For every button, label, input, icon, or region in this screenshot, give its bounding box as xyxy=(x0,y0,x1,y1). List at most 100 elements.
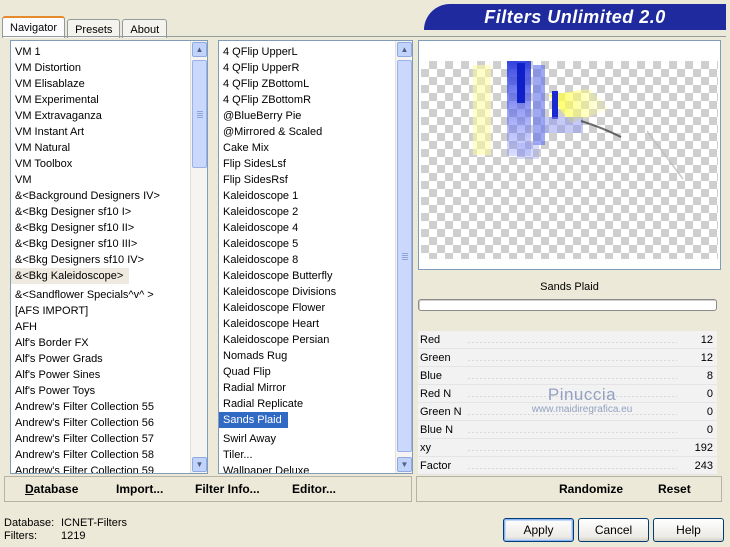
tab-navigator[interactable]: Navigator xyxy=(2,16,66,38)
scroll-up-icon[interactable]: ▲ xyxy=(397,42,412,57)
filter-item[interactable]: Swirl Away xyxy=(219,431,394,447)
filter-item[interactable]: Kaleidoscope 2 xyxy=(219,204,394,220)
filter-list[interactable]: 4 QFlip UpperL 4 QFlip UpperR 4 QFlip ZBot… xyxy=(219,41,394,473)
filter-item[interactable]: Kaleidoscope 4 xyxy=(219,220,394,236)
filter-item[interactable]: Kaleidoscope Flower xyxy=(219,300,394,316)
param-track[interactable] xyxy=(468,432,677,433)
param-track[interactable] xyxy=(468,414,677,415)
filter-item[interactable]: Radial Mirror xyxy=(219,380,394,396)
filter-item[interactable]: Sands Plaid xyxy=(219,412,288,428)
progress-bar xyxy=(418,299,717,311)
filter-item[interactable]: 4 QFlip UpperL xyxy=(219,44,394,60)
filter-item[interactable]: Kaleidoscope Butterfly xyxy=(219,268,394,284)
filter-item[interactable]: Tiler... xyxy=(219,447,394,463)
filter-item[interactable]: Kaleidoscope 8 xyxy=(219,252,394,268)
filter-scroll-thumb[interactable] xyxy=(397,60,412,452)
param-track[interactable] xyxy=(468,342,677,343)
category-item[interactable]: &<Background Designers IV> xyxy=(11,188,189,204)
category-item[interactable]: [AFS IMPORT] xyxy=(11,303,189,319)
category-item[interactable]: &<Bkg Kaleidoscope> xyxy=(11,268,130,284)
filter-item[interactable]: Kaleidoscope 5 xyxy=(219,236,394,252)
cancel-button[interactable]: Cancel xyxy=(578,518,649,542)
filter-item[interactable]: @Mirrored & Scaled xyxy=(219,124,394,140)
filter-item[interactable]: @BlueBerry Pie xyxy=(219,108,394,124)
category-item[interactable]: VM Extravaganza xyxy=(11,108,189,124)
param-track[interactable] xyxy=(468,450,677,451)
category-item[interactable]: &<Bkg Designer sf10 I> xyxy=(11,204,189,220)
param-value: 8 xyxy=(706,370,713,382)
scroll-up-icon[interactable]: ▲ xyxy=(192,42,207,57)
category-item[interactable]: &<Bkg Designer sf10 III> xyxy=(11,236,189,252)
reset-button[interactable]: Reset xyxy=(658,481,691,497)
param-track[interactable] xyxy=(468,378,677,379)
param-label: Blue xyxy=(420,370,443,382)
filter-item[interactable]: 4 QFlip ZBottomR xyxy=(219,92,394,108)
filter-item[interactable]: Kaleidoscope Divisions xyxy=(219,284,394,300)
param-slider[interactable]: Red 12 xyxy=(418,331,717,349)
category-item[interactable]: VM Natural xyxy=(11,140,189,156)
category-item[interactable]: Andrew's Filter Collection 59 xyxy=(11,463,189,473)
filter-item[interactable]: Cake Mix xyxy=(219,140,394,156)
database-value: ICNET-Filters xyxy=(61,517,127,529)
filter-item[interactable]: Radial Replicate xyxy=(219,396,394,412)
filter-item[interactable]: Kaleidoscope 1 xyxy=(219,188,394,204)
param-slider[interactable]: Green 12 xyxy=(418,349,717,367)
filter-item[interactable]: 4 QFlip UpperR xyxy=(219,60,394,76)
category-item[interactable]: &<Sandflower Specials^v^ > xyxy=(11,287,189,303)
category-item[interactable]: Andrew's Filter Collection 58 xyxy=(11,447,189,463)
filter-item[interactable]: 4 QFlip ZBottomL xyxy=(219,76,394,92)
editor-button[interactable]: Editor... xyxy=(292,481,336,497)
category-item[interactable]: Andrew's Filter Collection 57 xyxy=(11,431,189,447)
param-track[interactable] xyxy=(468,360,677,361)
category-item[interactable]: Andrew's Filter Collection 55 xyxy=(11,399,189,415)
category-item[interactable]: VM Instant Art xyxy=(11,124,189,140)
category-list[interactable]: VM 1 VM Distortion VM Elisablaze VM Experim… xyxy=(11,41,189,473)
scroll-down-icon[interactable]: ▼ xyxy=(397,457,412,472)
filter-item[interactable]: Kaleidoscope Persian xyxy=(219,332,394,348)
filter-info-button[interactable]: Filter Info... xyxy=(195,481,260,497)
category-item[interactable]: AFH xyxy=(11,319,189,335)
filter-item[interactable]: Flip SidesLsf xyxy=(219,156,394,172)
import-button[interactable]: Import... xyxy=(116,481,163,497)
param-slider[interactable]: Blue 8 xyxy=(418,367,717,385)
randomize-button[interactable]: Randomize xyxy=(559,481,623,497)
param-value: 0 xyxy=(706,424,713,436)
param-track[interactable] xyxy=(468,396,677,397)
filter-item[interactable]: Kaleidoscope Heart xyxy=(219,316,394,332)
param-slider[interactable]: Red N 0 xyxy=(418,385,717,403)
param-label: Factor xyxy=(420,460,452,472)
category-item[interactable]: &<Bkg Designers sf10 IV> xyxy=(11,252,189,268)
category-scroll-thumb[interactable] xyxy=(192,60,207,168)
apply-button[interactable]: Apply xyxy=(503,518,574,542)
database-button[interactable]: Database xyxy=(25,481,78,497)
category-item[interactable]: VM Elisablaze xyxy=(11,76,189,92)
param-track[interactable] xyxy=(468,468,677,469)
category-item[interactable]: VM 1 xyxy=(11,44,189,60)
help-button[interactable]: Help xyxy=(653,518,724,542)
filter-item[interactable]: Quad Flip xyxy=(219,364,394,380)
category-item[interactable]: VM Experimental xyxy=(11,92,189,108)
filter-item[interactable]: Nomads Rug xyxy=(219,348,394,364)
param-label: Blue N xyxy=(420,424,454,436)
param-slider[interactable]: Factor 243 xyxy=(418,457,717,475)
filter-item[interactable]: Wallpaper Deluxe xyxy=(219,463,394,473)
param-slider[interactable]: Blue N 0 xyxy=(418,421,717,439)
category-item[interactable]: &<Bkg Designer sf10 II> xyxy=(11,220,189,236)
category-item[interactable]: Alf's Power Toys xyxy=(11,383,189,399)
param-label: Green xyxy=(420,352,451,364)
filter-item[interactable]: Flip SidesRsf xyxy=(219,172,394,188)
param-slider[interactable]: Green N 0 xyxy=(418,403,717,421)
filter-scrollbar[interactable]: ▲ ▼ xyxy=(395,41,412,473)
category-item[interactable]: Alf's Border FX xyxy=(11,335,189,351)
category-item[interactable]: Alf's Power Grads xyxy=(11,351,189,367)
preview-image xyxy=(421,61,718,259)
category-item[interactable]: Andrew's Filter Collection 56 xyxy=(11,415,189,431)
category-item[interactable]: VM Toolbox xyxy=(11,156,189,172)
param-slider[interactable]: xy 192 xyxy=(418,439,717,457)
category-scrollbar[interactable]: ▲ ▼ xyxy=(190,41,207,473)
category-item[interactable]: VM xyxy=(11,172,189,188)
param-label: Red N xyxy=(420,388,452,400)
scroll-down-icon[interactable]: ▼ xyxy=(192,457,207,472)
category-item[interactable]: VM Distortion xyxy=(11,60,189,76)
category-item[interactable]: Alf's Power Sines xyxy=(11,367,189,383)
